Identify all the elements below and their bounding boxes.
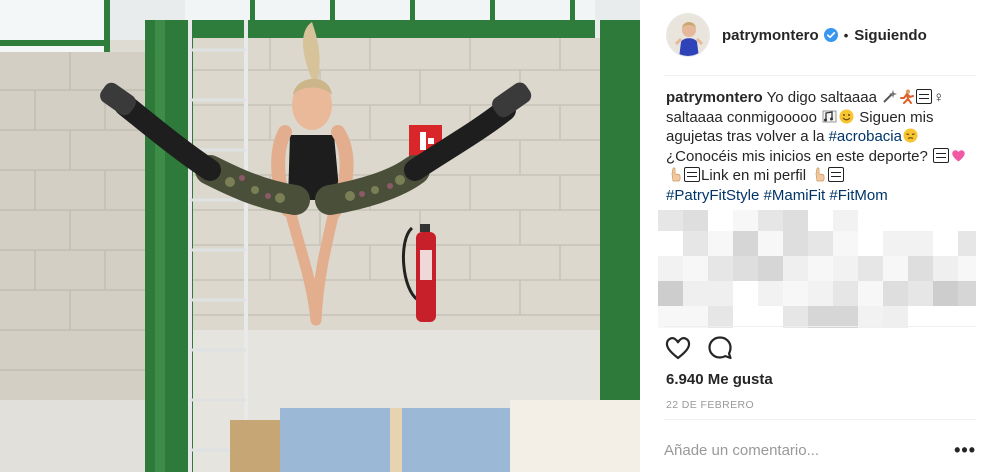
caption-username[interactable]: patrymontero (666, 89, 763, 106)
likes-count[interactable]: 6.940 Me gusta (666, 371, 773, 388)
caption-text-2: saltaaaa conmigooooo (666, 108, 822, 126)
avatar[interactable] (666, 13, 710, 57)
hashtag-mamifit-link[interactable]: #MamiFit (764, 187, 826, 204)
pointing-hand-emoji-icon (671, 167, 681, 182)
speech-bubble-icon[interactable] (706, 334, 734, 362)
verified-badge-icon (823, 28, 838, 42)
sparkle-wand-emoji-icon (883, 90, 898, 103)
smiling-face-emoji-icon (839, 109, 854, 123)
hashtag-acrobacia-link[interactable]: #acrobacia (829, 128, 902, 145)
comment-bar: ••• (664, 432, 976, 468)
header-separator-dot: • (843, 27, 849, 43)
pixelation-mosaic (658, 210, 976, 328)
more-options-icon[interactable]: ••• (954, 441, 976, 459)
caption-text-4: ¿Conocéis mis inicios en este deporte? (666, 147, 932, 165)
caption-text-1: Yo digo saltaaaa (762, 89, 882, 106)
post-photo[interactable] (0, 0, 640, 472)
pained-face-emoji-icon (903, 128, 918, 143)
unsupported-emoji-icon (828, 167, 845, 182)
post-header: patrymontero • Siguiendo (640, 0, 1000, 70)
music-notes-emoji-icon (822, 110, 837, 122)
comment-input[interactable] (664, 441, 934, 459)
pink-heart-emoji-icon (952, 149, 965, 161)
divider-header (664, 75, 976, 76)
post-caption: patrymontero Yo digo saltaaaa ♀ saltaaaa… (666, 88, 982, 205)
divider-comment (664, 419, 976, 420)
hashtag-fitmom-link[interactable]: #FitMom (829, 187, 887, 204)
post-panel: patrymontero • Siguiendo patrymontero Yo… (640, 0, 1000, 472)
running-person-emoji-icon (900, 89, 915, 104)
pointing-hand-emoji-icon (815, 167, 825, 182)
post-date[interactable]: 22 DE FEBRERO (666, 399, 754, 411)
divider-actions (664, 326, 976, 327)
unsupported-emoji-icon (916, 89, 933, 104)
photo-illustration (0, 0, 640, 472)
heart-outline-icon[interactable] (664, 334, 692, 362)
post-actions-bar (664, 333, 748, 363)
caption-text-5: Link en mi perfil (701, 167, 811, 184)
unsupported-emoji-icon (684, 167, 700, 182)
pixelated-comments-area (658, 210, 976, 328)
following-button[interactable]: Siguiendo (854, 27, 927, 44)
hashtag-patryfitstyle-link[interactable]: #PatryFitStyle (666, 187, 759, 204)
caption-female-sign: ♀ (933, 89, 945, 106)
unsupported-emoji-icon (932, 147, 949, 163)
avatar-image (667, 14, 709, 56)
header-username[interactable]: patrymontero (722, 27, 819, 44)
